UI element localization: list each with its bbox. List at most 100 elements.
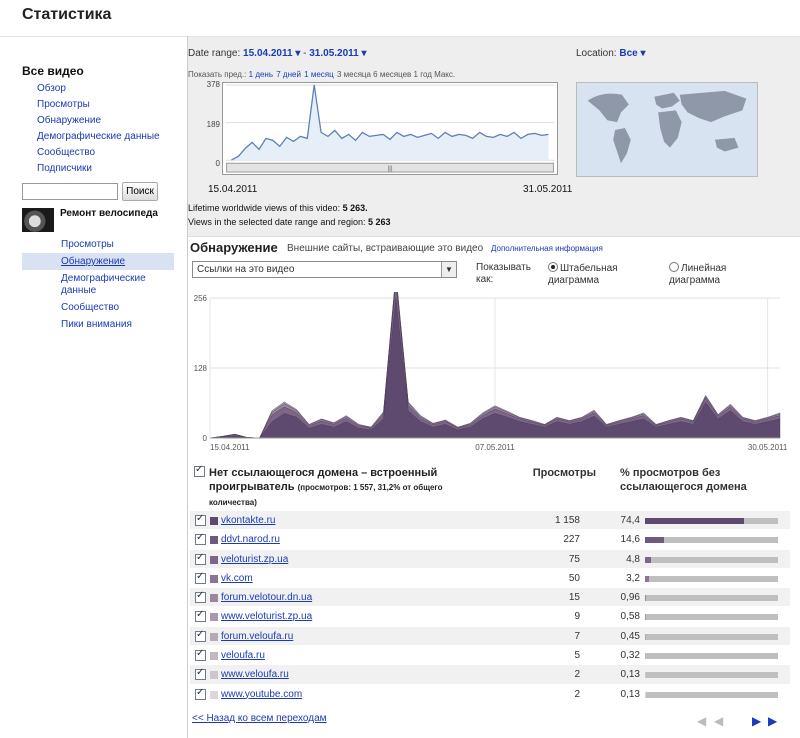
location: Location: Все ▾ bbox=[576, 48, 646, 59]
last-page-icon[interactable]: ▶ bbox=[768, 714, 777, 728]
discovery-subtitle: Внешние сайты, встраивающие это видео bbox=[287, 243, 484, 254]
referrer-domain-link[interactable]: www.veloufa.ru bbox=[221, 669, 289, 680]
radio-stacked[interactable]: Штабельная диаграмма bbox=[548, 262, 638, 287]
percent-bar bbox=[645, 595, 778, 602]
referrer-domain-link[interactable]: forum.velotour.dn.ua bbox=[221, 592, 312, 603]
table-row: veloufa.ru 5 0,32 bbox=[190, 646, 790, 666]
sub-item-community[interactable]: Сообщество bbox=[61, 302, 119, 313]
preset-1-day[interactable]: 1 день bbox=[249, 70, 273, 79]
referrer-domain-link[interactable]: veloturist.zp.ua bbox=[221, 554, 288, 565]
back-to-all-referrers-link[interactable]: << Назад ко всем переходам bbox=[192, 713, 327, 724]
row-views: 227 bbox=[563, 534, 580, 546]
row-checkbox[interactable] bbox=[195, 629, 206, 642]
header-checkbox[interactable] bbox=[194, 464, 205, 478]
row-checkbox[interactable] bbox=[195, 571, 206, 584]
sidebar: Все видео Обзор Просмотры Обнаружение Де… bbox=[22, 64, 182, 201]
search-button[interactable]: Поиск bbox=[122, 182, 158, 201]
series-color-swatch bbox=[210, 632, 218, 641]
sidebar-heading: Все видео bbox=[22, 64, 84, 78]
x-tick-label: 07.05.2011 bbox=[475, 443, 515, 452]
show-as-label: Показывать как: bbox=[476, 262, 531, 285]
header-percent[interactable]: % просмотров без ссылающегося домена bbox=[620, 466, 780, 494]
series-color-swatch bbox=[210, 690, 218, 699]
referrer-domain-link[interactable]: veloufa.ru bbox=[221, 650, 265, 661]
row-checkbox[interactable] bbox=[195, 590, 206, 604]
row-views: 2 bbox=[574, 669, 580, 681]
table-row: www.veloturist.zp.ua 9 0,58 bbox=[190, 607, 790, 627]
referrer-domain-link[interactable]: vkontakte.ru bbox=[221, 515, 275, 526]
referrer-domain-link[interactable]: forum.veloufa.ru bbox=[221, 631, 293, 642]
location-label: Location: bbox=[576, 48, 617, 59]
referrer-domain-link[interactable]: www.youtube.com bbox=[221, 689, 302, 700]
row-checkbox[interactable] bbox=[195, 667, 206, 681]
lifetime-views: Lifetime worldwide views of this video: … bbox=[188, 203, 368, 213]
series-color-swatch bbox=[210, 574, 218, 583]
y-tick-label: 0 bbox=[203, 434, 208, 443]
discovery-area-chart[interactable]: 256 128 015.04.2011 07.05.2011 30.05.2011 bbox=[190, 292, 790, 458]
date-range-panel: Date range: 15.04.2011 ▾ - 31.05.2011 ▾ … bbox=[188, 37, 800, 237]
date-from-picker[interactable]: 15.04.2011 ▾ bbox=[243, 48, 300, 59]
video-thumbnail[interactable] bbox=[22, 208, 54, 232]
percent-bar bbox=[645, 653, 778, 660]
table-row: ddvt.narod.ru 227 14,6 bbox=[190, 530, 790, 550]
y-tick-label: 256 bbox=[194, 294, 208, 303]
spark-y-tick: 189 bbox=[206, 120, 220, 129]
discovery-title: Обнаружение bbox=[190, 240, 278, 255]
referrer-domain-link[interactable]: www.veloturist.zp.ua bbox=[221, 611, 312, 622]
range-presets: Показать пред.: 1 день 7 дней 1 месяц 3 … bbox=[188, 70, 455, 79]
referrer-domain-link[interactable]: vk.com bbox=[221, 573, 253, 584]
referrer-table: vkontakte.ru1 15874,4ddvt.narod.ru22714,… bbox=[190, 511, 790, 704]
percent-bar bbox=[645, 575, 778, 582]
row-checkbox[interactable] bbox=[195, 552, 206, 565]
video-title: Ремонт велосипеда bbox=[60, 208, 158, 219]
more-info-link[interactable]: Дополнительная информация bbox=[491, 244, 603, 253]
sub-item-discovery[interactable]: Обнаружение bbox=[61, 256, 125, 267]
header-views[interactable]: Просмотры bbox=[530, 466, 596, 480]
table-row: vk.com 50 3,2 bbox=[190, 569, 790, 589]
series-color-swatch bbox=[210, 536, 218, 545]
series-color-swatch bbox=[210, 555, 218, 564]
row-percent: 3,2 bbox=[626, 572, 640, 584]
percent-bar-fill bbox=[645, 537, 665, 544]
table-row: forum.veloufa.ru 7 0,45 bbox=[190, 626, 790, 647]
traffic-source-select[interactable]: Ссылки на это видео ▼ bbox=[192, 261, 457, 278]
date-to-picker[interactable]: 31.05.2011 ▾ bbox=[309, 48, 366, 59]
series-color-swatch bbox=[210, 594, 218, 603]
radio-line[interactable]: Линейная диаграмма bbox=[669, 262, 759, 287]
sidebar-item-community[interactable]: Сообщество bbox=[37, 147, 95, 158]
row-checkbox[interactable] bbox=[195, 687, 206, 700]
table-row: www.veloufa.ru 2 0,13 bbox=[190, 665, 790, 685]
row-views: 15 bbox=[568, 592, 580, 604]
sidebar-item-demographics[interactable]: Демографические данные bbox=[37, 131, 160, 142]
preset-7-days[interactable]: 7 дней bbox=[276, 70, 301, 79]
prev-page-icon[interactable]: ◀ bbox=[714, 714, 723, 728]
world-map[interactable] bbox=[576, 82, 758, 177]
percent-bar-fill bbox=[645, 518, 744, 524]
row-checkbox[interactable] bbox=[195, 609, 206, 623]
chevron-down-icon: ▼ bbox=[441, 262, 456, 277]
sub-item-demographics[interactable]: Демографические данные bbox=[61, 273, 146, 296]
first-page-icon[interactable]: ◀ bbox=[697, 714, 706, 728]
percent-bar-fill bbox=[645, 614, 646, 621]
row-checkbox[interactable] bbox=[195, 648, 206, 662]
sub-item-hotspots[interactable]: Пики внимания bbox=[61, 319, 132, 330]
series-color-swatch bbox=[210, 613, 218, 622]
row-checkbox[interactable] bbox=[195, 513, 206, 526]
sidebar-item-discovery[interactable]: Обнаружение bbox=[37, 115, 101, 126]
search-input[interactable] bbox=[22, 183, 118, 200]
preset-1-month[interactable]: 1 месяц bbox=[304, 70, 334, 79]
location-dropdown[interactable]: Все ▾ bbox=[619, 48, 645, 59]
date-range: Date range: 15.04.2011 ▾ - 31.05.2011 ▾ bbox=[188, 48, 367, 59]
referrer-domain-link[interactable]: ddvt.narod.ru bbox=[221, 534, 280, 545]
radio-selected-icon bbox=[548, 262, 558, 272]
sub-item-views[interactable]: Просмотры bbox=[61, 239, 114, 250]
sidebar-item-overview[interactable]: Обзор bbox=[37, 83, 66, 94]
views-sparkline[interactable]: ||| bbox=[222, 82, 558, 175]
percent-bar-fill bbox=[645, 595, 647, 602]
row-views: 9 bbox=[574, 611, 580, 623]
series-color-swatch bbox=[210, 652, 218, 661]
next-page-icon[interactable]: ▶ bbox=[752, 714, 761, 728]
sidebar-item-views[interactable]: Просмотры bbox=[37, 99, 90, 110]
row-checkbox[interactable] bbox=[195, 532, 206, 546]
sidebar-item-subscribers[interactable]: Подписчики bbox=[37, 163, 92, 174]
